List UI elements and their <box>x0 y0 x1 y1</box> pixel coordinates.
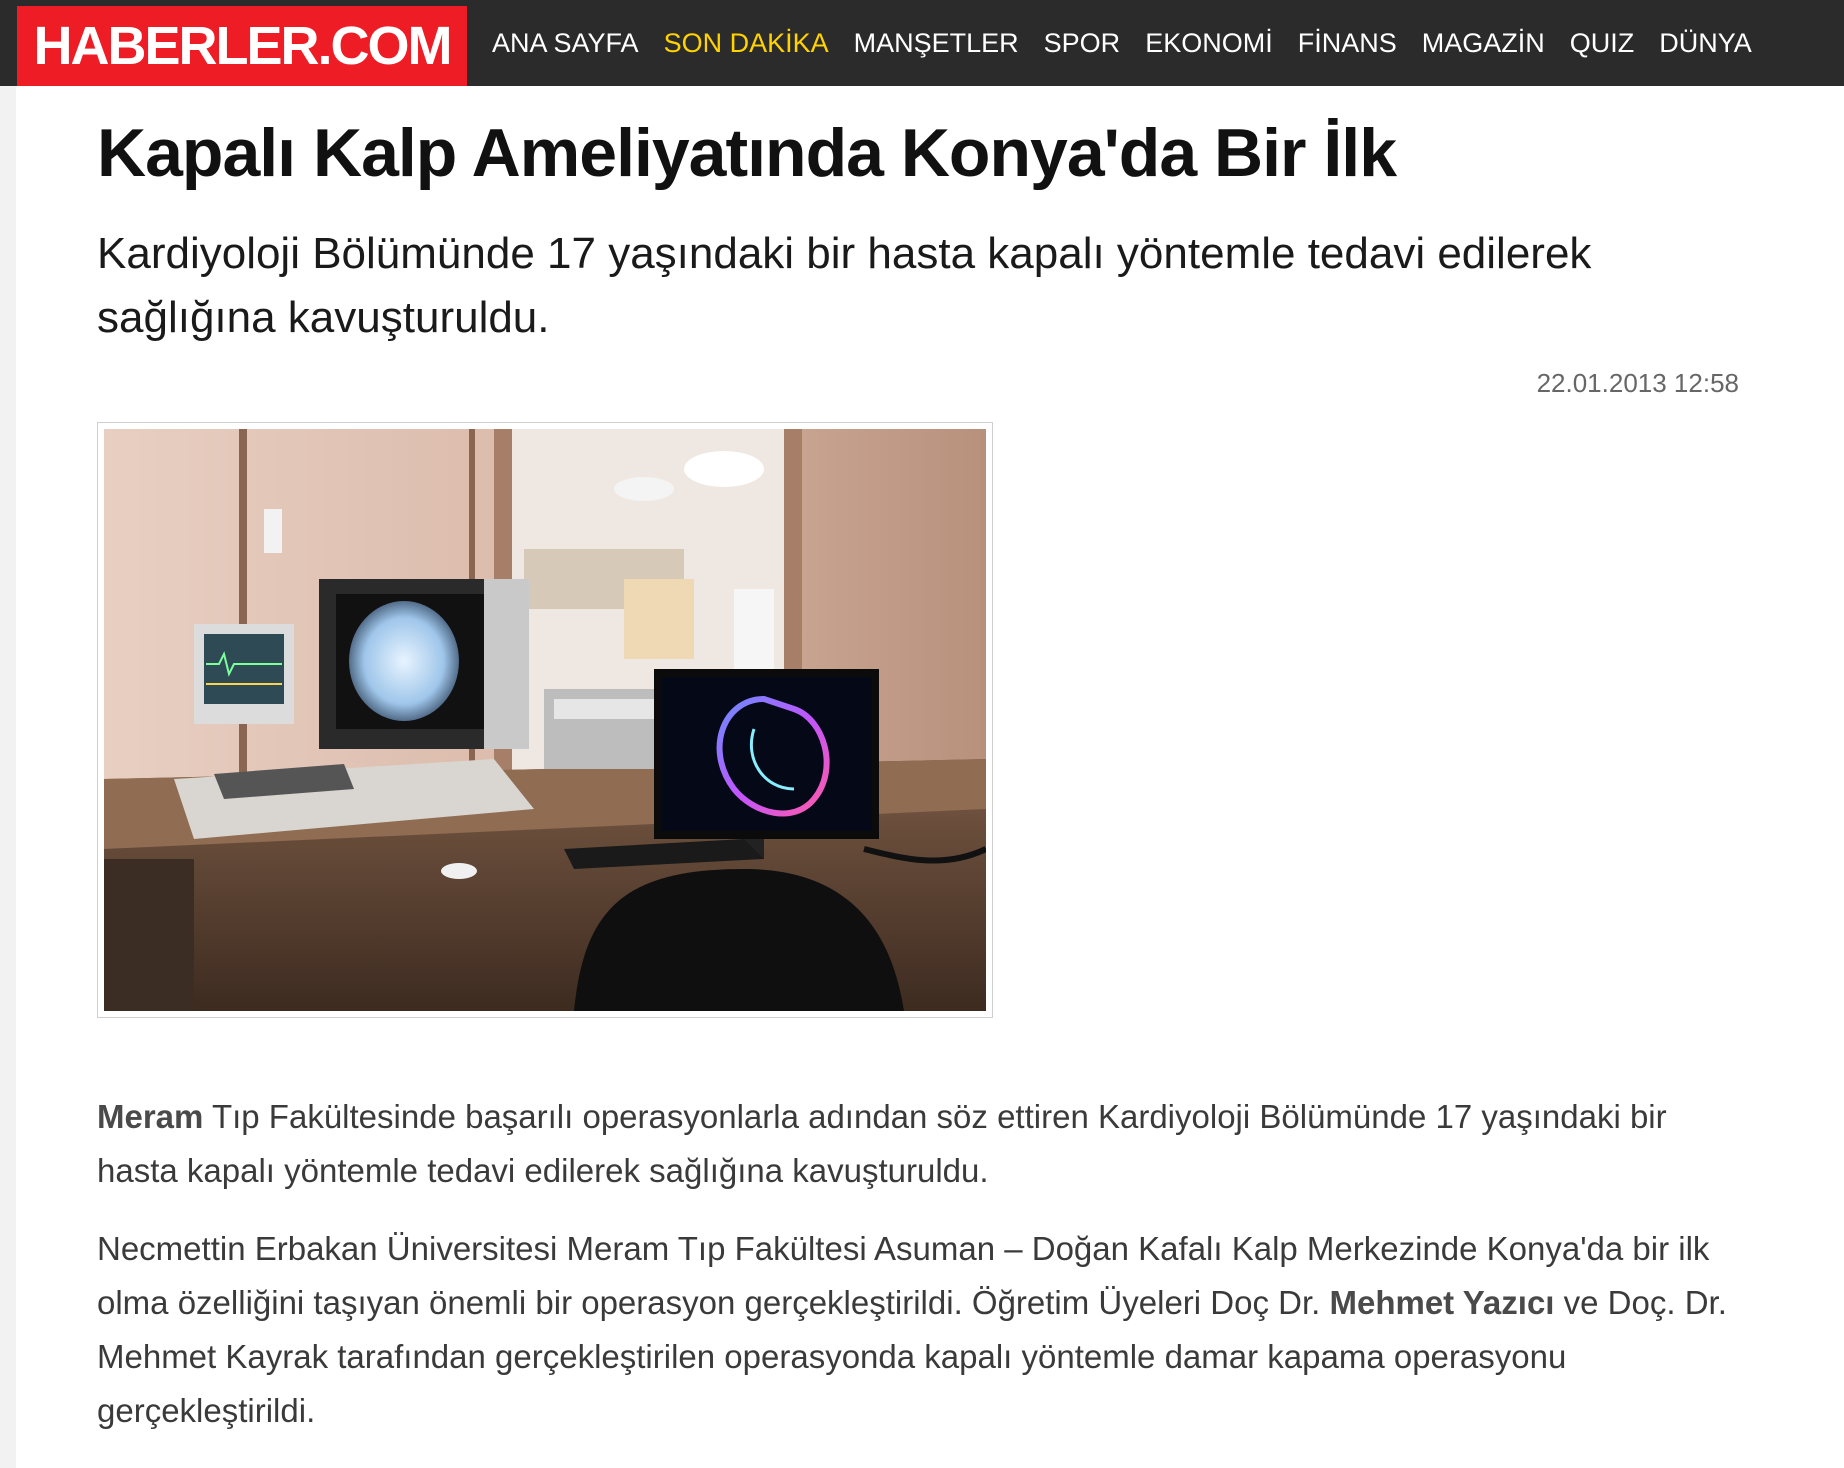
article-subtitle: Kardiyoloji Bölümünde 17 yaşındaki bir h… <box>97 229 1592 342</box>
paragraph-1-lead: Meram <box>97 1098 204 1135</box>
nav-item-finans[interactable]: FİNANS <box>1298 28 1397 59</box>
left-rail <box>0 86 16 1468</box>
article-date: 22.01.2013 12:58 <box>1536 368 1739 398</box>
article-paragraph-1: Meram Tıp Fakültesinde başarılı operasyo… <box>97 1090 1737 1198</box>
nav-item-son-dakika[interactable]: SON DAKİKA <box>664 28 829 59</box>
nav-item-dunya[interactable]: DÜNYA <box>1659 28 1752 59</box>
paragraph-1-text: Tıp Fakültesinde başarılı operasyonlarla… <box>97 1098 1667 1189</box>
article-image[interactable] <box>97 422 993 1018</box>
nav-item-mansetler[interactable]: MANŞETLER <box>854 28 1019 59</box>
nav-item-quiz[interactable]: QUIZ <box>1570 28 1635 59</box>
paragraph-2-bold-name: Mehmet Yazıcı <box>1329 1284 1555 1321</box>
site-logo[interactable]: HABERLER.COM <box>17 6 467 86</box>
top-navigation-bar: HABERLER.COM ANA SAYFA SON DAKİKA MANŞET… <box>0 0 1844 86</box>
nav-item-ana-sayfa[interactable]: ANA SAYFA <box>492 28 639 59</box>
nav-item-spor[interactable]: SPOR <box>1044 28 1121 59</box>
site-logo-text: HABERLER.COM <box>33 16 453 76</box>
article-paragraph-2: Necmettin Erbakan Üniversitesi Meram Tıp… <box>97 1222 1737 1438</box>
nav-item-magazin[interactable]: MAGAZİN <box>1422 28 1545 59</box>
cardiology-room-photo-icon <box>104 429 986 1011</box>
article-title: Kapalı Kalp Ameliyatında Konya'da Bir İl… <box>97 115 1397 191</box>
main-nav: ANA SAYFA SON DAKİKA MANŞETLER SPOR EKON… <box>492 0 1777 86</box>
nav-item-ekonomi[interactable]: EKONOMİ <box>1145 28 1273 59</box>
